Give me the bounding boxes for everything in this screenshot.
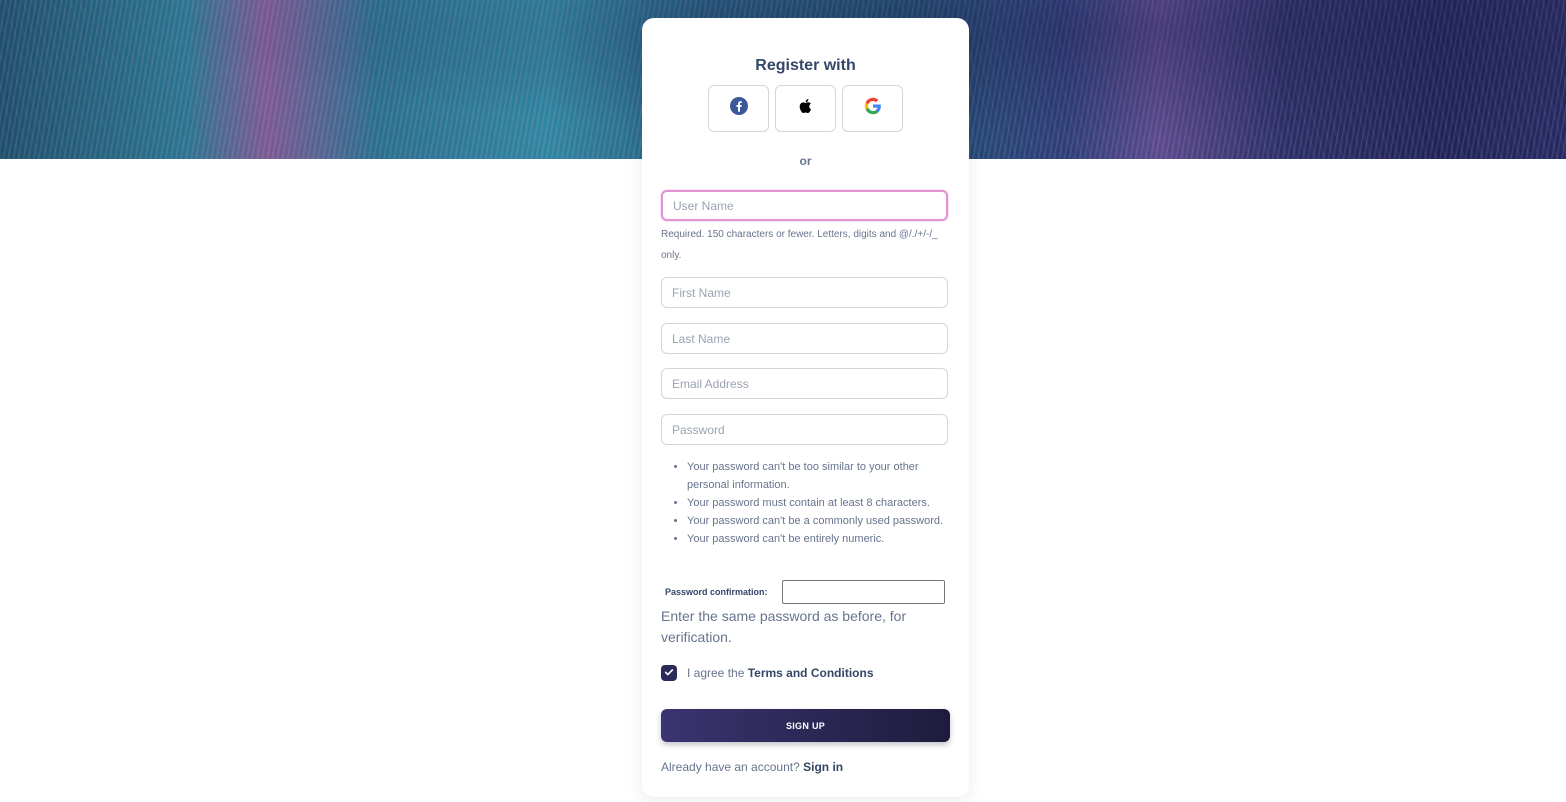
password-confirmation-help: Enter the same password as before, for v…	[661, 608, 907, 645]
register-title: Register with	[755, 57, 856, 74]
sign-up-button[interactable]: SIGN UP	[661, 709, 950, 742]
terms-prefix: I agree the	[687, 666, 748, 680]
facebook-button[interactable]	[708, 85, 769, 132]
username-help-text: Required. 150 characters or fewer. Lette…	[661, 229, 938, 261]
register-card: Register with or Required. 150 character…	[642, 18, 969, 797]
password-confirmation-input[interactable]	[782, 580, 945, 604]
google-icon	[864, 97, 882, 120]
password-input[interactable]	[661, 414, 948, 445]
terms-agreement: I agree the Terms and Conditions	[687, 665, 874, 681]
terms-link[interactable]: Terms and Conditions	[748, 666, 874, 680]
terms-checkbox[interactable]	[661, 665, 677, 681]
password-confirmation-label: Password confirmation:	[665, 587, 768, 597]
password-rule: Your password can't be a commonly used p…	[687, 512, 961, 530]
sign-in-prefix: Already have an account?	[661, 760, 804, 774]
username-input[interactable]	[661, 190, 948, 221]
google-button[interactable]	[842, 85, 903, 132]
or-separator: or	[799, 154, 812, 168]
sign-in-link[interactable]: Sign in	[803, 760, 843, 774]
password-rule: Your password can't be too similar to yo…	[687, 458, 961, 494]
email-input[interactable]	[661, 368, 948, 399]
check-icon	[664, 664, 674, 682]
apple-icon	[797, 97, 815, 120]
facebook-icon	[729, 97, 748, 120]
first-name-input[interactable]	[661, 277, 948, 308]
apple-button[interactable]	[775, 85, 836, 132]
last-name-input[interactable]	[661, 323, 948, 354]
password-rule: Your password can't be entirely numeric.	[687, 530, 961, 548]
password-rule: Your password must contain at least 8 ch…	[687, 494, 961, 512]
sign-in-prompt: Already have an account? Sign in	[661, 760, 843, 774]
password-rules-list: Your password can't be too similar to yo…	[661, 458, 961, 548]
